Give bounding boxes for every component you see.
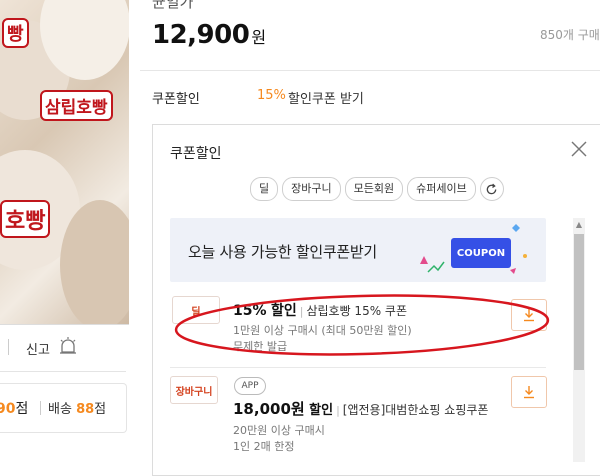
download-icon: [524, 386, 534, 399]
coupon-filters: 딜 장바구니 모든회원 슈퍼세이브: [250, 177, 504, 201]
download-coupon-button[interactable]: [511, 376, 547, 408]
filter-all-members[interactable]: 모든회원: [344, 177, 404, 201]
close-icon[interactable]: [570, 140, 588, 158]
divider: [170, 367, 546, 368]
scroll-up-arrow-icon[interactable]: ▲: [574, 219, 584, 231]
filter-supersave[interactable]: 슈퍼세이브: [407, 177, 476, 201]
scrollbar-thumb[interactable]: [574, 234, 584, 370]
banner-text[interactable]: 오늘 사용 가능한 할인쿠폰받기: [188, 241, 377, 262]
filter-cart[interactable]: 장바구니: [282, 177, 341, 201]
product-image-text: 삼립호빵: [40, 90, 113, 121]
coupon-title: 15% 할인 | 삼립호빵 15% 쿠폰: [233, 303, 407, 319]
coupon-row-percent[interactable]: 15%: [257, 88, 286, 103]
coupon-type-tag: 장바구니: [170, 376, 218, 404]
refresh-button[interactable]: [479, 177, 504, 201]
delivery-score: 배송 88점: [48, 402, 107, 417]
coupon-limit: 무제한 발급: [233, 340, 288, 353]
coupon-title: 18,000원 할인 | [앱전용]대범한쇼핑 쇼핑쿠폰: [233, 400, 489, 418]
coupon-condition: 1만원 이상 구매시 (최대 50만원 할인): [233, 324, 412, 337]
product-image-text: 호빵: [0, 200, 51, 238]
download-coupon-button[interactable]: [511, 299, 547, 331]
coupon-limit: 1인 2매 한정: [233, 440, 295, 453]
price: 12,900 원: [152, 20, 266, 50]
coupon-row-label: 쿠폰할인: [152, 92, 200, 107]
product-image: 빵 삼립호빵 호빵: [0, 0, 129, 324]
unit-price-label: 균일가: [152, 0, 194, 11]
product-image-text: 빵: [2, 18, 29, 48]
refresh-icon: [486, 183, 497, 194]
divider: [140, 70, 600, 71]
score-value: 90점: [0, 401, 29, 417]
app-badge: APP: [234, 377, 266, 395]
divider: [8, 339, 9, 355]
filter-deal[interactable]: 딜: [250, 177, 279, 201]
divider: [40, 401, 41, 415]
get-coupon-link[interactable]: 할인쿠폰 받기: [288, 88, 364, 107]
panel-title: 쿠폰할인: [170, 146, 222, 162]
report-link[interactable]: 신고: [26, 339, 50, 358]
coupon-ticket-icon: COUPON: [451, 238, 511, 268]
siren-icon[interactable]: [58, 336, 78, 356]
coupon-type-tag: 딜: [172, 296, 220, 324]
download-icon: [524, 309, 534, 322]
buy-count: 850개 구매: [540, 28, 600, 42]
coupon-condition: 20만원 이상 구매시: [233, 424, 325, 437]
